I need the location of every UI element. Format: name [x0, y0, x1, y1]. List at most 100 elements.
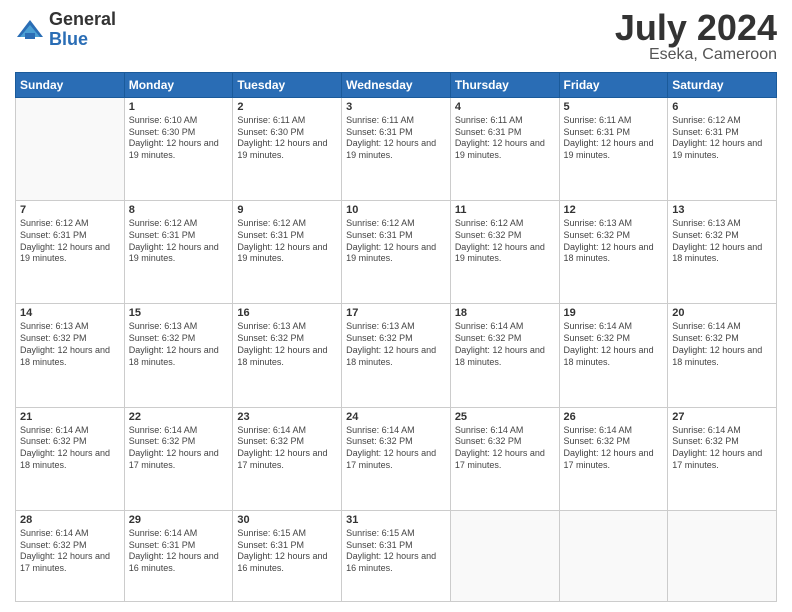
- day-info: Sunrise: 6:11 AM Sunset: 6:30 PM Dayligh…: [237, 115, 337, 162]
- logo: General Blue: [15, 10, 116, 50]
- day-number: 7: [20, 204, 120, 216]
- table-row: [16, 98, 125, 201]
- day-number: 4: [455, 101, 555, 113]
- table-row: 22Sunrise: 6:14 AM Sunset: 6:32 PM Dayli…: [124, 407, 233, 510]
- day-info: Sunrise: 6:14 AM Sunset: 6:32 PM Dayligh…: [20, 425, 120, 472]
- calendar-table: Sunday Monday Tuesday Wednesday Thursday…: [15, 72, 777, 602]
- day-info: Sunrise: 6:13 AM Sunset: 6:32 PM Dayligh…: [672, 218, 772, 265]
- table-row: 12 Sunrise: 6:13 AM Sunset: 6:32 PM Dayli…: [559, 201, 668, 304]
- day-number: 3: [346, 101, 446, 113]
- table-row: 18Sunrise: 6:14 AM Sunset: 6:32 PM Dayli…: [450, 304, 559, 407]
- table-row: [668, 510, 777, 601]
- table-row: 26 Sunrise: 6:14 AM Sunset: 6:32 PM Dayli…: [559, 407, 668, 510]
- day-info: Sunrise: 6:14 AM Sunset: 6:32 PM Dayligh…: [455, 425, 555, 472]
- day-number: 25: [455, 411, 555, 423]
- table-row: 3Sunrise: 6:11 AM Sunset: 6:31 PM Daylig…: [342, 98, 451, 201]
- table-row: 19 Sunrise: 6:14 AM Sunset: 6:32 PM Dayli…: [559, 304, 668, 407]
- day-number: 14: [20, 307, 120, 319]
- day-number: 8: [129, 204, 229, 216]
- table-row: 31Sunrise: 6:15 AM Sunset: 6:31 PM Dayli…: [342, 510, 451, 601]
- table-row: 13 Sunrise: 6:13 AM Sunset: 6:32 PM Dayli…: [668, 201, 777, 304]
- logo-blue-text: Blue: [49, 30, 116, 50]
- day-info: Sunrise: 6:14 AM Sunset: 6:32 PM Dayligh…: [672, 425, 772, 472]
- table-row: 1Sunrise: 6:10 AM Sunset: 6:30 PM Daylig…: [124, 98, 233, 201]
- day-info: Sunrise: 6:12 AM Sunset: 6:31 PM Dayligh…: [129, 218, 229, 265]
- day-info: Sunrise: 6:12 AM Sunset: 6:32 PM Dayligh…: [455, 218, 555, 265]
- day-info: Sunrise: 6:13 AM Sunset: 6:32 PM Dayligh…: [346, 321, 446, 368]
- day-number: 19: [564, 307, 664, 319]
- table-row: 14 Sunrise: 6:13 AM Sunset: 6:32 PM Dayli…: [16, 304, 125, 407]
- table-row: 28 Sunrise: 6:14 AM Sunset: 6:32 PM Dayli…: [16, 510, 125, 601]
- day-number: 23: [237, 411, 337, 423]
- day-number: 21: [20, 411, 120, 423]
- day-number: 27: [672, 411, 772, 423]
- header-friday: Friday: [559, 73, 668, 98]
- table-row: 9 Sunrise: 6:12 AM Sunset: 6:31 PM Daylig…: [233, 201, 342, 304]
- table-row: 16 Sunrise: 6:13 AM Sunset: 6:32 PM Dayli…: [233, 304, 342, 407]
- day-number: 10: [346, 204, 446, 216]
- title-block: July 2024 Eseka, Cameroon: [615, 10, 777, 64]
- table-row: 5Sunrise: 6:11 AM Sunset: 6:31 PM Daylig…: [559, 98, 668, 201]
- day-info: Sunrise: 6:15 AM Sunset: 6:31 PM Dayligh…: [237, 528, 337, 575]
- table-row: 10 Sunrise: 6:12 AM Sunset: 6:31 PM Dayli…: [342, 201, 451, 304]
- day-number: 30: [237, 514, 337, 526]
- day-info: Sunrise: 6:14 AM Sunset: 6:32 PM Dayligh…: [237, 425, 337, 472]
- day-number: 24: [346, 411, 446, 423]
- day-number: 6: [672, 101, 772, 113]
- day-number: 16: [237, 307, 337, 319]
- table-row: 25 Sunrise: 6:14 AM Sunset: 6:32 PM Dayli…: [450, 407, 559, 510]
- logo-text: General Blue: [49, 10, 116, 50]
- table-row: 15 Sunrise: 6:13 AM Sunset: 6:32 PM Dayli…: [124, 304, 233, 407]
- day-info: Sunrise: 6:13 AM Sunset: 6:32 PM Dayligh…: [129, 321, 229, 368]
- day-number: 26: [564, 411, 664, 423]
- weekday-header-row: Sunday Monday Tuesday Wednesday Thursday…: [16, 73, 777, 98]
- day-info: Sunrise: 6:14 AM Sunset: 6:32 PM Dayligh…: [129, 425, 229, 472]
- day-number: 15: [129, 307, 229, 319]
- table-row: 7 Sunrise: 6:12 AM Sunset: 6:31 PM Daylig…: [16, 201, 125, 304]
- day-number: 17: [346, 307, 446, 319]
- logo-icon: [15, 15, 45, 45]
- day-info: Sunrise: 6:12 AM Sunset: 6:31 PM Dayligh…: [346, 218, 446, 265]
- header-saturday: Saturday: [668, 73, 777, 98]
- page: General Blue July 2024 Eseka, Cameroon S…: [0, 0, 792, 612]
- header-thursday: Thursday: [450, 73, 559, 98]
- table-row: 6 Sunrise: 6:12 AM Sunset: 6:31 PM Daylig…: [668, 98, 777, 201]
- day-info: Sunrise: 6:13 AM Sunset: 6:32 PM Dayligh…: [20, 321, 120, 368]
- day-info: Sunrise: 6:12 AM Sunset: 6:31 PM Dayligh…: [672, 115, 772, 162]
- table-row: 8 Sunrise: 6:12 AM Sunset: 6:31 PM Daylig…: [124, 201, 233, 304]
- day-info: Sunrise: 6:14 AM Sunset: 6:32 PM Dayligh…: [346, 425, 446, 472]
- table-row: 29Sunrise: 6:14 AM Sunset: 6:31 PM Dayli…: [124, 510, 233, 601]
- day-info: Sunrise: 6:14 AM Sunset: 6:32 PM Dayligh…: [455, 321, 555, 368]
- header-tuesday: Tuesday: [233, 73, 342, 98]
- day-info: Sunrise: 6:12 AM Sunset: 6:31 PM Dayligh…: [237, 218, 337, 265]
- day-info: Sunrise: 6:14 AM Sunset: 6:32 PM Dayligh…: [20, 528, 120, 575]
- day-number: 20: [672, 307, 772, 319]
- day-number: 9: [237, 204, 337, 216]
- day-number: 31: [346, 514, 446, 526]
- table-row: [450, 510, 559, 601]
- day-number: 13: [672, 204, 772, 216]
- day-number: 12: [564, 204, 664, 216]
- header-wednesday: Wednesday: [342, 73, 451, 98]
- day-info: Sunrise: 6:11 AM Sunset: 6:31 PM Dayligh…: [455, 115, 555, 162]
- day-number: 28: [20, 514, 120, 526]
- logo-general-text: General: [49, 10, 116, 30]
- day-number: 29: [129, 514, 229, 526]
- table-row: 24 Sunrise: 6:14 AM Sunset: 6:32 PM Dayli…: [342, 407, 451, 510]
- table-row: [559, 510, 668, 601]
- table-row: 30 Sunrise: 6:15 AM Sunset: 6:31 PM Dayli…: [233, 510, 342, 601]
- table-row: 23 Sunrise: 6:14 AM Sunset: 6:32 PM Dayli…: [233, 407, 342, 510]
- day-info: Sunrise: 6:12 AM Sunset: 6:31 PM Dayligh…: [20, 218, 120, 265]
- table-row: 11Sunrise: 6:12 AM Sunset: 6:32 PM Dayli…: [450, 201, 559, 304]
- day-info: Sunrise: 6:13 AM Sunset: 6:32 PM Dayligh…: [564, 218, 664, 265]
- title-location: Eseka, Cameroon: [615, 46, 777, 64]
- day-info: Sunrise: 6:14 AM Sunset: 6:32 PM Dayligh…: [564, 321, 664, 368]
- day-number: 2: [237, 101, 337, 113]
- title-month: July 2024: [615, 10, 777, 46]
- table-row: 21 Sunrise: 6:14 AM Sunset: 6:32 PM Dayli…: [16, 407, 125, 510]
- table-row: 4 Sunrise: 6:11 AM Sunset: 6:31 PM Daylig…: [450, 98, 559, 201]
- day-info: Sunrise: 6:13 AM Sunset: 6:32 PM Dayligh…: [237, 321, 337, 368]
- day-info: Sunrise: 6:14 AM Sunset: 6:32 PM Dayligh…: [564, 425, 664, 472]
- table-row: 20Sunrise: 6:14 AM Sunset: 6:32 PM Dayli…: [668, 304, 777, 407]
- table-row: 17 Sunrise: 6:13 AM Sunset: 6:32 PM Dayli…: [342, 304, 451, 407]
